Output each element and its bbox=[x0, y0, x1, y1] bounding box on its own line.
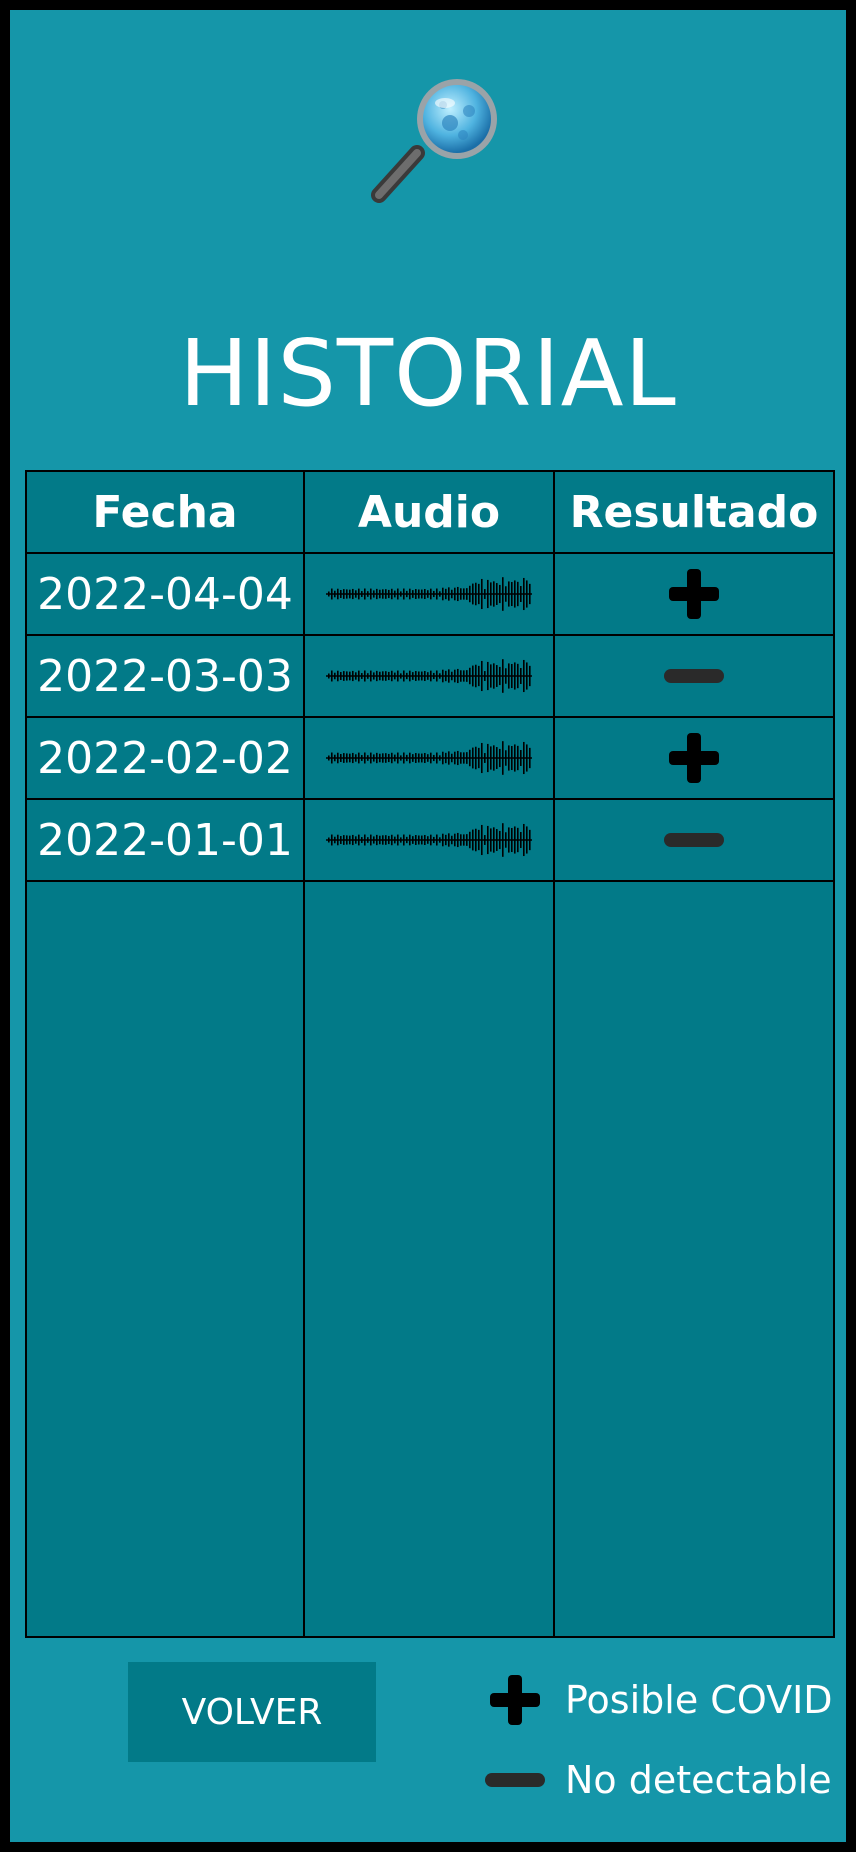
column-header-resultado: Resultado bbox=[553, 470, 835, 554]
table-empty-row bbox=[25, 880, 835, 1638]
table-row[interactable]: 2022-04-04 bbox=[25, 552, 835, 636]
legend: Posible COVID No detectable bbox=[485, 1660, 833, 1820]
magnifier-virus-icon bbox=[371, 79, 497, 203]
table-row[interactable]: 2022-02-02 bbox=[25, 716, 835, 800]
table-header-row: Fecha Audio Resultado bbox=[25, 470, 835, 554]
plus-icon bbox=[669, 733, 719, 783]
minus-icon bbox=[485, 1773, 545, 1787]
date-cell: 2022-03-03 bbox=[25, 634, 305, 718]
result-cell bbox=[553, 634, 835, 718]
audio-cell[interactable] bbox=[303, 716, 555, 800]
audio-cell[interactable] bbox=[303, 552, 555, 636]
legend-label: Posible COVID bbox=[565, 1678, 833, 1722]
result-cell bbox=[553, 552, 835, 636]
table-row[interactable]: 2022-03-03 bbox=[25, 634, 835, 718]
legend-minus-icon bbox=[485, 1773, 545, 1787]
date-cell: 2022-04-04 bbox=[25, 552, 305, 636]
volver-button[interactable]: VOLVER bbox=[128, 1662, 376, 1762]
empty-cell bbox=[553, 880, 835, 1638]
result-cell bbox=[553, 716, 835, 800]
date-cell: 2022-02-02 bbox=[25, 716, 305, 800]
date-cell: 2022-01-01 bbox=[25, 798, 305, 882]
minus-icon bbox=[664, 833, 724, 847]
column-header-fecha: Fecha bbox=[25, 470, 305, 554]
plus-icon bbox=[490, 1675, 540, 1725]
column-header-audio: Audio bbox=[303, 470, 555, 554]
waveform-icon[interactable] bbox=[326, 649, 532, 703]
empty-cell bbox=[25, 880, 305, 1638]
legend-label: No detectable bbox=[565, 1758, 832, 1802]
app-screen: HISTORIAL Fecha Audio Resultado 2022-04-… bbox=[10, 10, 846, 1842]
waveform-icon[interactable] bbox=[326, 731, 532, 785]
legend-item-negative: No detectable bbox=[485, 1740, 833, 1820]
minus-icon bbox=[664, 669, 724, 683]
legend-plus-icon bbox=[485, 1673, 545, 1727]
page-title: HISTORIAL bbox=[179, 320, 677, 427]
legend-item-positive: Posible COVID bbox=[485, 1660, 833, 1740]
empty-cell bbox=[303, 880, 555, 1638]
history-table: Fecha Audio Resultado 2022-04-04 2022-03… bbox=[25, 470, 835, 1638]
audio-cell[interactable] bbox=[303, 634, 555, 718]
waveform-icon[interactable] bbox=[326, 813, 532, 867]
plus-icon bbox=[669, 569, 719, 619]
result-cell bbox=[553, 798, 835, 882]
audio-cell[interactable] bbox=[303, 798, 555, 882]
waveform-icon[interactable] bbox=[326, 567, 532, 621]
table-row[interactable]: 2022-01-01 bbox=[25, 798, 835, 882]
